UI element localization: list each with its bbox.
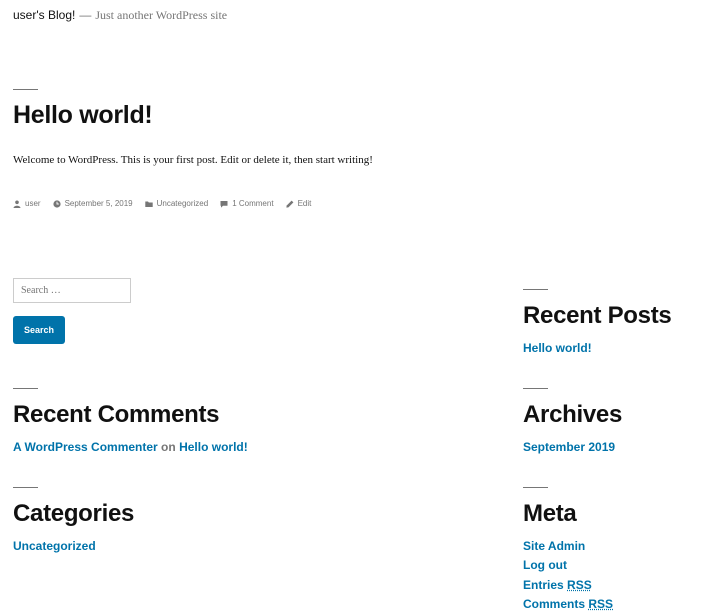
entries-rss-link[interactable]: Entries RSS — [523, 578, 592, 592]
post-category-link[interactable]: Uncategorized — [157, 199, 209, 208]
category-link[interactable]: Uncategorized — [13, 539, 96, 553]
comment-on-text: on — [161, 440, 176, 454]
meta-divider — [523, 487, 548, 488]
post-author-link[interactable]: user — [25, 199, 41, 208]
post-author: user — [13, 199, 41, 208]
pencil-icon — [285, 200, 293, 208]
comments-rss-link[interactable]: Comments RSS — [523, 597, 613, 611]
post-date: September 5, 2019 — [52, 199, 133, 208]
recent-comment-item: A WordPress Commenter on Hello world! — [13, 440, 248, 454]
comments-rss-abbr: RSS — [588, 597, 614, 611]
post-category: Uncategorized — [144, 199, 209, 208]
post-comments: 1 Comment — [220, 199, 274, 208]
folder-icon — [144, 201, 153, 207]
header-separator: — — [79, 8, 92, 22]
recent-post-link[interactable]: Hello world! — [523, 341, 592, 355]
post-content: Welcome to WordPress. This is your first… — [13, 154, 373, 166]
comment-icon — [220, 200, 228, 208]
comment-author-link[interactable]: A WordPress Commenter — [13, 440, 158, 454]
post-title[interactable]: Hello world! — [13, 101, 153, 130]
post-edit-link[interactable]: Edit — [298, 199, 312, 208]
log-out-link[interactable]: Log out — [523, 558, 567, 572]
archives-title: Archives — [523, 401, 622, 428]
entries-rss-prefix: Entries — [523, 578, 564, 592]
post-divider — [13, 89, 38, 90]
archive-link[interactable]: September 2019 — [523, 440, 615, 454]
recent-comments-title: Recent Comments — [13, 401, 220, 428]
search-button[interactable]: Search — [13, 316, 65, 344]
search-input[interactable] — [13, 278, 131, 303]
post-date-link[interactable]: September 5, 2019 — [65, 199, 133, 208]
comments-rss-prefix: Comments — [523, 597, 586, 611]
categories-title: Categories — [13, 500, 135, 527]
post-comments-link[interactable]: 1 Comment — [232, 199, 273, 208]
site-admin-link[interactable]: Site Admin — [523, 539, 585, 553]
person-icon — [13, 200, 21, 208]
entries-rss-abbr: RSS — [567, 578, 592, 592]
post-meta: user September 5, 2019 Uncategorized 1 C… — [13, 199, 323, 208]
meta-title: Meta — [523, 500, 577, 527]
recent-posts-divider — [523, 289, 548, 290]
clock-icon — [52, 199, 61, 208]
comment-post-link[interactable]: Hello world! — [179, 440, 248, 454]
recent-comments-divider — [13, 388, 38, 389]
site-header: user's Blog! — Just another WordPress site — [13, 8, 227, 23]
categories-divider — [13, 487, 38, 488]
post-title-link[interactable]: Hello world! — [13, 101, 153, 129]
post-edit: Edit — [285, 199, 312, 208]
site-tagline: Just another WordPress site — [95, 8, 228, 22]
site-title-link[interactable]: user's Blog! — [13, 8, 75, 22]
recent-posts-title: Recent Posts — [523, 302, 672, 329]
archives-divider — [523, 388, 548, 389]
